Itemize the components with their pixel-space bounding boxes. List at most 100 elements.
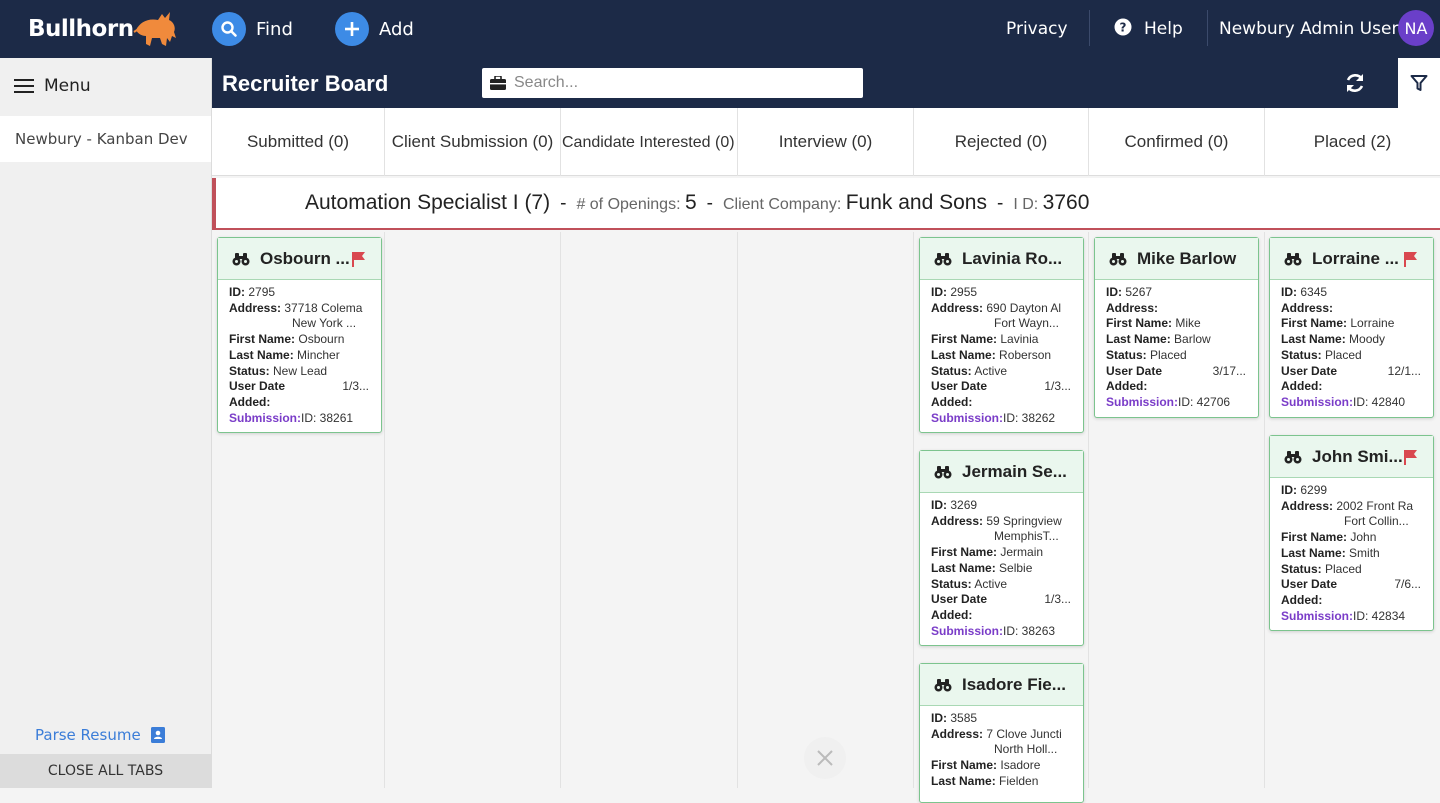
binoculars-icon bbox=[232, 252, 250, 265]
submission-label: Submission: bbox=[1281, 608, 1354, 623]
submission-id[interactable]: ID: 42834 bbox=[1353, 609, 1405, 623]
candidate-card[interactable]: John Smi... ID: 6299 Address: 2002 Front… bbox=[1269, 435, 1434, 632]
company-label: Client Company: bbox=[722, 196, 842, 213]
field-label: First Name: bbox=[1281, 530, 1348, 545]
card-header: Isadore Fie... bbox=[920, 664, 1083, 706]
candidate-card[interactable]: Jermain Se... ID: 3269 Address: 59 Sprin… bbox=[919, 450, 1084, 647]
close-button[interactable] bbox=[804, 737, 846, 779]
submission-id[interactable]: ID: 42840 bbox=[1353, 395, 1405, 409]
search-input[interactable] bbox=[514, 74, 854, 92]
menu-button[interactable]: Menu bbox=[14, 76, 91, 96]
field-label: User Date bbox=[1281, 577, 1338, 592]
candidate-last-name: Roberson bbox=[999, 347, 1052, 362]
candidate-card[interactable]: Lorraine ... ID: 6345 Address: First Nam… bbox=[1269, 237, 1434, 418]
submission-id[interactable]: ID: 38262 bbox=[1003, 411, 1055, 425]
refresh-icon[interactable] bbox=[1342, 70, 1368, 96]
candidate-id: 2795 bbox=[248, 285, 276, 299]
candidate-address: 7 Clove Juncti bbox=[986, 726, 1062, 741]
card-details: ID: 2795 Address: 37718 Colema New York … bbox=[218, 280, 381, 432]
add-button[interactable]: Add bbox=[335, 12, 414, 46]
field-label: User Date bbox=[931, 379, 988, 394]
add-label: Add bbox=[379, 18, 414, 40]
candidate-last-name: Selbie bbox=[999, 560, 1033, 575]
candidate-id: 3585 bbox=[950, 711, 978, 725]
candidate-first-name: Jermain bbox=[1000, 545, 1044, 560]
field-label: Address: bbox=[931, 513, 984, 528]
card-details: ID: 6345 Address: First Name: Lorraine L… bbox=[1270, 280, 1433, 417]
column-confirmed[interactable]: Confirmed (0) bbox=[1089, 108, 1265, 176]
candidate-card[interactable]: Isadore Fie... ID: 3585 Address: 7 Clove… bbox=[919, 663, 1084, 803]
candidate-name: Osbourn ... bbox=[260, 248, 350, 268]
field-label: ID: bbox=[1281, 285, 1297, 299]
column-submitted[interactable]: Submitted (0) bbox=[212, 108, 385, 176]
submission-id[interactable]: ID: 38263 bbox=[1003, 624, 1055, 638]
field-label: Address: bbox=[1281, 300, 1334, 315]
candidate-name: John Smi... bbox=[1312, 446, 1403, 466]
flag-icon[interactable] bbox=[1403, 449, 1419, 465]
card-details: ID: 3585 Address: 7 Clove Juncti North H… bbox=[920, 706, 1083, 796]
find-button[interactable]: Find bbox=[212, 12, 293, 46]
candidate-first-name: Isadore bbox=[1000, 758, 1041, 773]
filter-icon bbox=[1410, 75, 1428, 91]
avatar[interactable]: NA bbox=[1398, 10, 1434, 46]
job-id-label: I D: bbox=[1013, 196, 1039, 213]
card-header: Lavinia Ro... bbox=[920, 238, 1083, 280]
filter-button[interactable] bbox=[1398, 58, 1440, 108]
submission-label: Submission: bbox=[1281, 394, 1354, 409]
field-label: First Name: bbox=[229, 332, 296, 347]
field-label: Address: bbox=[931, 726, 984, 741]
submission-label: Submission: bbox=[931, 410, 1004, 425]
candidate-id: 5267 bbox=[1125, 285, 1153, 299]
candidate-last-name: Fielden bbox=[999, 773, 1039, 788]
field-label: Last Name: bbox=[229, 347, 294, 362]
parse-resume-link[interactable]: Parse Resume bbox=[35, 726, 165, 744]
candidate-last-name: Moody bbox=[1349, 332, 1386, 347]
privacy-link[interactable]: Privacy bbox=[1006, 0, 1068, 58]
submission-id[interactable]: ID: 42706 bbox=[1178, 395, 1230, 409]
company-value: Funk and Sons bbox=[845, 191, 987, 214]
column-interview[interactable]: Interview (0) bbox=[738, 108, 914, 176]
field-label: First Name: bbox=[1106, 316, 1173, 331]
field-label: First Name: bbox=[1281, 316, 1348, 331]
column-client-submission[interactable]: Client Submission (0) bbox=[385, 108, 561, 176]
card-header: Mike Barlow bbox=[1095, 238, 1258, 280]
bullhorn-logo[interactable]: Bullhorn bbox=[28, 16, 134, 42]
user-name[interactable]: Newbury Admin User bbox=[1219, 0, 1398, 58]
flag-icon[interactable] bbox=[1403, 251, 1419, 267]
divider bbox=[1089, 10, 1090, 46]
candidate-card[interactable]: Osbourn ... ID: 2795 Address: 37718 Cole… bbox=[217, 237, 382, 434]
field-label: Status: bbox=[229, 363, 270, 378]
hamburger-icon bbox=[14, 79, 34, 93]
submission-id[interactable]: ID: 38261 bbox=[301, 411, 353, 425]
board-header-bar: Recruiter Board bbox=[212, 58, 1440, 108]
candidate-card[interactable]: Mike Barlow ID: 5267 Address: First Name… bbox=[1094, 237, 1259, 418]
top-navigation-bar: Bullhorn Find Add Privacy ? Help Newbury… bbox=[0, 0, 1440, 58]
candidate-address-city: North Holl... bbox=[994, 742, 1058, 757]
candidate-date-added: 7/6... bbox=[1394, 577, 1421, 592]
bull-logo-icon bbox=[133, 12, 176, 46]
candidate-card[interactable]: Lavinia Ro... ID: 2955 Address: 690 Dayt… bbox=[919, 237, 1084, 434]
candidate-name: Jermain Se... bbox=[962, 461, 1067, 481]
svg-text:?: ? bbox=[1120, 20, 1127, 34]
sidebar-tab-kanban-dev[interactable]: Newbury - Kanban Dev bbox=[0, 116, 211, 162]
job-order-row[interactable]: Automation Specialist I (7) - # of Openi… bbox=[212, 178, 1440, 230]
column-candidate-interested[interactable]: Candidate Interested (0) bbox=[561, 108, 738, 176]
column-placed[interactable]: Placed (2) bbox=[1265, 108, 1440, 176]
job-summary: Automation Specialist I (7) - # of Openi… bbox=[305, 191, 1089, 215]
candidate-address: 690 Dayton Al bbox=[986, 300, 1062, 315]
candidate-date-added: 1/3... bbox=[1044, 379, 1071, 394]
kanban-column-headers: Submitted (0) Client Submission (0) Cand… bbox=[212, 108, 1440, 176]
candidate-address-city: Fort Wayn... bbox=[994, 316, 1059, 331]
field-label: Status: bbox=[1281, 347, 1322, 362]
column-rejected[interactable]: Rejected (0) bbox=[914, 108, 1089, 176]
lane-interview bbox=[738, 232, 914, 788]
flag-icon[interactable] bbox=[351, 251, 367, 267]
help-button[interactable]: ? Help bbox=[1114, 0, 1183, 58]
parse-resume-label: Parse Resume bbox=[35, 726, 141, 744]
field-label: Last Name: bbox=[1106, 332, 1171, 347]
search-box[interactable] bbox=[482, 68, 863, 98]
candidate-name: Isadore Fie... bbox=[962, 674, 1066, 694]
field-label: User Date bbox=[1106, 363, 1163, 378]
close-all-tabs-button[interactable]: CLOSE ALL TABS bbox=[0, 754, 211, 788]
candidate-status: Placed bbox=[1325, 561, 1362, 576]
